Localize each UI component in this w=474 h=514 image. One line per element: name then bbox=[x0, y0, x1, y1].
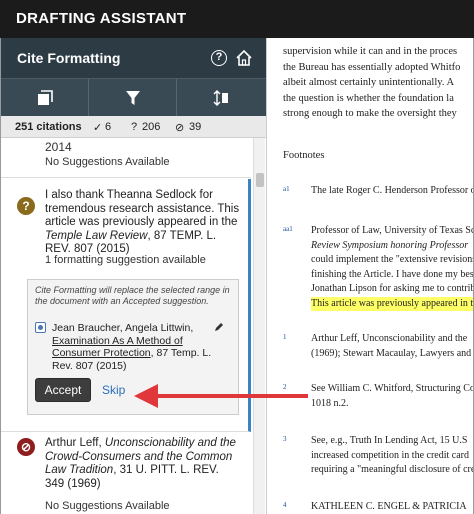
help-icon[interactable]: ? bbox=[211, 50, 227, 66]
suggestion-status: No Suggestions Available bbox=[45, 500, 170, 512]
footnote-line: increased competition in the credit card bbox=[311, 449, 469, 461]
flagged-count: 206 bbox=[142, 121, 161, 133]
citation-year: 2014 bbox=[45, 140, 72, 154]
footnotes-heading: Footnotes bbox=[283, 150, 325, 161]
document-pane: supervision while it can and in the proc… bbox=[266, 38, 474, 514]
sidebar: Cite Formatting ? 251 citations ✓ 6 ? 20… bbox=[0, 38, 266, 514]
callout-arrow-icon bbox=[134, 384, 308, 408]
app-titlebar: DRAFTING ASSISTANT bbox=[0, 0, 474, 38]
footnote-line: See, e.g., Truth In Lending Act, 15 U.S bbox=[311, 435, 468, 446]
citation-text: I also thank Theanna Sedlock for tremend… bbox=[45, 189, 241, 257]
document-line: albeit almost certainly unintentionally.… bbox=[283, 77, 455, 88]
replace-note: Cite Formatting will replace the selecte… bbox=[35, 285, 230, 306]
footnote-line: Review Symposium honoring Professor bbox=[311, 239, 469, 251]
collapse-all-button[interactable] bbox=[1, 79, 89, 117]
footnote-number[interactable]: aa1 bbox=[283, 222, 293, 237]
sort-icon bbox=[213, 90, 228, 106]
citation-text: Arthur Leff, Unconscionability and the C… bbox=[45, 437, 241, 491]
footnote-line: finishing the Article. I have done my be… bbox=[311, 268, 474, 280]
collapse-icon bbox=[38, 90, 53, 105]
footnote-line: (1969); Stewart Macaulay, Lawyers and bbox=[311, 347, 472, 359]
sidebar-scrollbar[interactable] bbox=[253, 138, 265, 514]
footnote-line: Jonathan Lipson for asking me to contrib bbox=[311, 283, 474, 294]
app-title: DRAFTING ASSISTANT bbox=[16, 10, 187, 27]
citation-text-plain: I also thank Theanna Sedlock for tremend… bbox=[45, 189, 240, 228]
document-line: supervision while it can and in the proc… bbox=[283, 46, 458, 57]
citation-stats: 251 citations ✓ 6 ? 206 ⊘ 39 bbox=[1, 116, 266, 138]
suggestion-text: Jean Braucher, Angela Littwin, Examinati… bbox=[52, 322, 212, 372]
footnote-number[interactable]: 4 bbox=[283, 498, 287, 513]
check-icon: ✓ bbox=[93, 122, 103, 134]
sidebar-header: Cite Formatting ? bbox=[1, 38, 266, 78]
sidebar-title: Cite Formatting bbox=[17, 50, 121, 66]
blocked-icon: ⊘ bbox=[175, 122, 185, 134]
footnote-line: could implement the "extensive revisions bbox=[311, 254, 474, 265]
citation-text-italic: Temple Law Review bbox=[45, 229, 148, 242]
footnote-line: See William C. Whitford, Structuring Co bbox=[311, 383, 474, 394]
suggestion-status: No Suggestions Available bbox=[45, 156, 170, 168]
no-suggestions-badge-icon: ⊘ bbox=[17, 438, 35, 456]
footnote-line: The late Roger C. Henderson Professor o bbox=[311, 185, 474, 196]
citation-list: 2014 No Suggestions Available ? I also t… bbox=[1, 138, 251, 514]
footnote-line: requiring a "meaningful disclosure of cr… bbox=[311, 464, 474, 475]
document-line: the question is whether the foundation l… bbox=[283, 92, 454, 104]
question-icon: ? bbox=[131, 121, 138, 133]
accept-button[interactable]: Accept bbox=[35, 378, 91, 402]
footnote-number[interactable]: a1 bbox=[283, 182, 290, 197]
footnote-line: KATHLEEN C. ENGEL & PATRICIA bbox=[311, 501, 467, 512]
sidebar-toolbar bbox=[1, 78, 266, 117]
scrollbar-thumb[interactable] bbox=[256, 173, 264, 187]
footnote-line: Professor of Law, University of Texas Sc bbox=[311, 225, 474, 236]
list-item[interactable]: Arthur Leff, Unconscionability and the C… bbox=[1, 433, 251, 514]
ok-count: 6 bbox=[105, 121, 112, 133]
edit-pencil-icon[interactable] bbox=[214, 322, 224, 332]
suggestion-authors: Jean Braucher, Angela Littwin, bbox=[52, 322, 194, 334]
highlighted-footnote-line: This article was previously appeared in … bbox=[311, 296, 473, 311]
sort-button[interactable] bbox=[177, 79, 265, 117]
footnote-number[interactable]: 1 bbox=[283, 330, 287, 345]
skip-link[interactable]: Skip bbox=[102, 383, 125, 397]
suggestion-count: 1 formatting suggestion available bbox=[45, 254, 206, 266]
blocked-count: 39 bbox=[189, 121, 202, 133]
question-badge-icon: ? bbox=[17, 197, 35, 215]
home-icon[interactable] bbox=[235, 49, 253, 67]
list-item[interactable]: 2014 No Suggestions Available bbox=[1, 138, 251, 178]
suggestion-radio[interactable] bbox=[35, 322, 46, 333]
document-line: the Bureau has essentially adopted Whitf… bbox=[283, 61, 461, 73]
document-line: strong enough to make the oversight they bbox=[283, 108, 457, 119]
footnote-line: Arthur Leff, Unconscionability and the bbox=[311, 333, 468, 344]
footnote-line: 1018 n.2. bbox=[311, 397, 349, 409]
footnote-number[interactable]: 3 bbox=[283, 432, 287, 447]
document-body: supervision while it can and in the proc… bbox=[283, 38, 473, 122]
filter-button[interactable] bbox=[89, 79, 177, 117]
citation-author: Arthur Leff, bbox=[45, 437, 105, 449]
filter-icon bbox=[126, 91, 140, 105]
citation-count: 251 citations bbox=[15, 121, 82, 133]
